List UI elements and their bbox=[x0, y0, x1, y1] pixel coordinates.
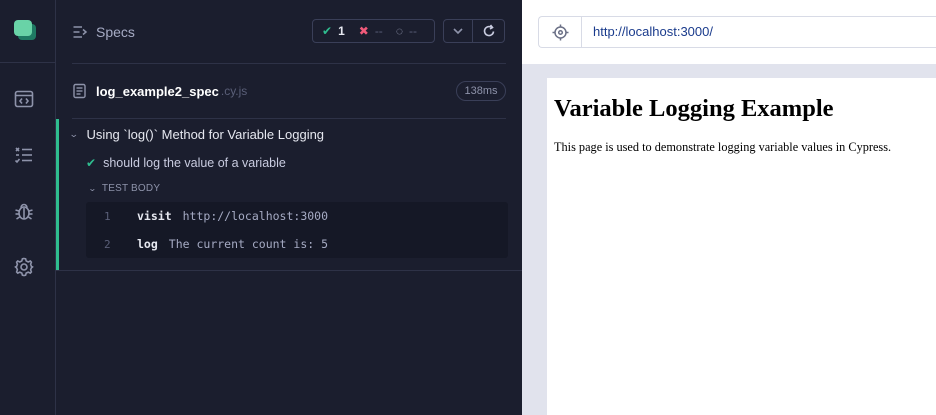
header-divider bbox=[72, 63, 506, 64]
suite-title: Using `log()` Method for Variable Loggin… bbox=[86, 126, 325, 142]
command-name: visit bbox=[137, 209, 172, 223]
spec-file-row[interactable]: log_example2_spec .cy.js bbox=[72, 81, 247, 101]
test-title: should log the value of a variable bbox=[103, 156, 286, 170]
app-under-test: http://localhost:3000/ Variable Logging … bbox=[522, 0, 936, 415]
page-heading: Variable Logging Example bbox=[554, 95, 834, 122]
command-row[interactable]: 2 log The current count is: 5 bbox=[86, 230, 508, 258]
command-message: The current count is: 5 bbox=[168, 237, 329, 251]
specs-title: Specs bbox=[96, 24, 135, 40]
suite-header[interactable]: ⌄ Using `log()` Method for Variable Logg… bbox=[68, 125, 325, 143]
spec-file-extension: .cy.js bbox=[220, 84, 248, 98]
test-list-icon[interactable] bbox=[13, 144, 35, 166]
browser-code-icon[interactable] bbox=[13, 88, 35, 110]
collapse-tests-button[interactable] bbox=[443, 19, 473, 43]
cypress-logo-icon[interactable] bbox=[14, 20, 36, 40]
command-message: http://localhost:3000 bbox=[182, 209, 329, 223]
command-number: 1 bbox=[104, 209, 111, 223]
failed-count: ✖ -- bbox=[358, 24, 383, 38]
list-menu-icon bbox=[73, 26, 88, 38]
crosshair-icon bbox=[552, 24, 568, 40]
suite-divider bbox=[56, 270, 522, 271]
x-icon: ✖ bbox=[358, 24, 369, 38]
chevron-down-icon: ⌄ bbox=[68, 128, 79, 139]
url-bar: http://localhost:3000/ bbox=[538, 16, 936, 48]
gear-icon[interactable] bbox=[13, 256, 35, 278]
test-stats: ✔ 1 ✖ -- ◌ -- bbox=[312, 19, 435, 43]
viewport-area: Variable Logging Example This page is us… bbox=[522, 64, 936, 415]
check-icon: ✔ bbox=[322, 24, 333, 38]
command-row[interactable]: 1 visit http://localhost:3000 bbox=[86, 202, 508, 230]
passed-count: ✔ 1 bbox=[322, 24, 345, 38]
test-body-toggle[interactable]: ⌄ TEST BODY bbox=[87, 181, 161, 195]
run-duration-badge: 138ms bbox=[456, 81, 506, 101]
command-number: 2 bbox=[104, 237, 111, 251]
spec-file-name: log_example2_spec bbox=[96, 83, 219, 99]
document-icon bbox=[73, 83, 86, 99]
reload-icon bbox=[483, 24, 494, 37]
url-text[interactable]: http://localhost:3000/ bbox=[593, 24, 713, 39]
specs-toggle[interactable]: Specs bbox=[72, 22, 135, 42]
command-name: log bbox=[137, 237, 158, 251]
rerun-button[interactable] bbox=[472, 19, 505, 43]
selector-playground-button[interactable] bbox=[539, 17, 582, 47]
nav-divider bbox=[0, 62, 56, 63]
test-row[interactable]: ✔ should log the value of a variable bbox=[86, 154, 286, 172]
side-nav bbox=[0, 0, 56, 415]
suite-block: ⌄ Using `log()` Method for Variable Logg… bbox=[56, 119, 522, 270]
test-body-label: TEST BODY bbox=[101, 182, 161, 194]
command-log: 1 visit http://localhost:3000 2 log The … bbox=[86, 202, 508, 258]
page-paragraph: This page is used to demonstrate logging… bbox=[554, 140, 892, 154]
chevron-down-icon: ⌄ bbox=[87, 183, 97, 193]
spinner-icon: ◌ bbox=[395, 24, 403, 38]
check-icon: ✔ bbox=[86, 156, 97, 170]
aut-page: Variable Logging Example This page is us… bbox=[547, 78, 936, 415]
reporter-panel: Specs ✔ 1 ✖ -- ◌ -- log_example2_spec .c… bbox=[56, 0, 522, 415]
bug-icon[interactable] bbox=[13, 200, 35, 222]
chevron-down-icon bbox=[453, 28, 463, 35]
pending-count: ◌ -- bbox=[395, 24, 417, 38]
